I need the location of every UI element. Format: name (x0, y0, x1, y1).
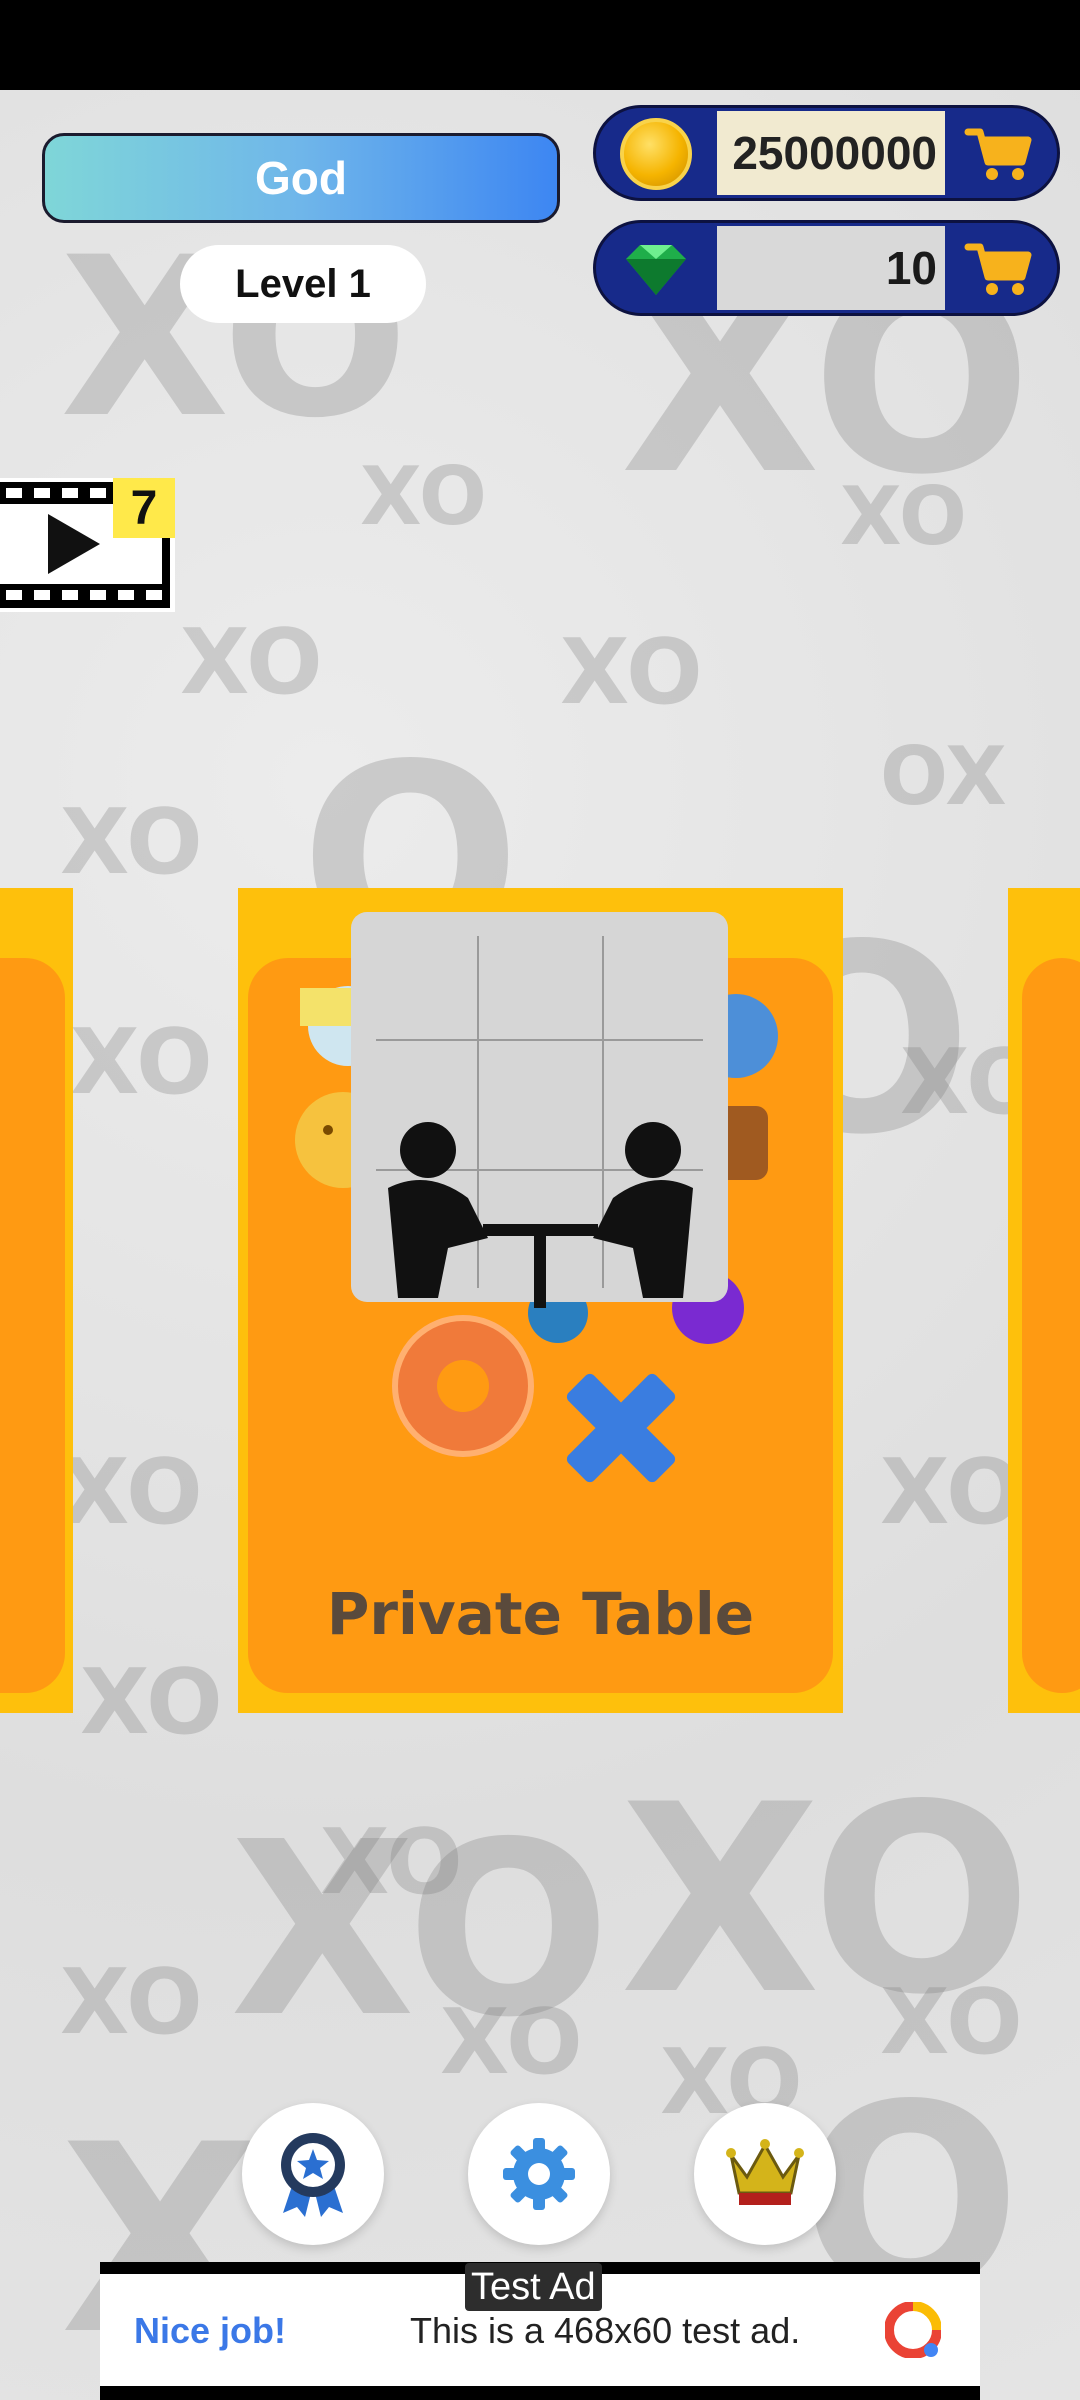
player-name: God (255, 152, 347, 204)
award-ribbon-icon (281, 2133, 345, 2217)
game-mode-card-next[interactable] (1008, 888, 1080, 1713)
gear-icon (503, 2138, 575, 2210)
level-badge: Level 1 (180, 245, 426, 323)
player-name-badge[interactable]: God (42, 133, 560, 223)
watch-video-reward-button[interactable]: 7 (0, 478, 175, 612)
gem-icon (604, 229, 708, 309)
level-label: Level 1 (235, 261, 371, 306)
gem-balance-bar: 10 (593, 220, 1060, 316)
video-reward-count: 7 (130, 481, 158, 535)
settings-button[interactable] (468, 2103, 610, 2245)
cart-icon (964, 243, 1032, 295)
coin-balance-bar: 25000000 (593, 105, 1060, 201)
status-bar (0, 0, 1080, 90)
card-title: Private Table (326, 1580, 755, 1648)
ad-logo-icon (884, 2301, 942, 2359)
cart-icon (964, 128, 1032, 180)
ad-tag: Test Ad (465, 2263, 602, 2311)
achievements-button[interactable] (242, 2103, 384, 2245)
gem-shop-button[interactable] (951, 231, 1047, 307)
game-mode-card-prev[interactable] (0, 888, 73, 1713)
coin-shop-button[interactable] (951, 116, 1047, 192)
coin-icon (604, 114, 708, 194)
ad-body-text: This is a 468x60 test ad. (410, 2310, 801, 2351)
crown-icon (726, 2139, 804, 2205)
ad-headline[interactable]: Nice job! (134, 2310, 286, 2352)
coin-value: 25000000 (717, 111, 945, 195)
gem-value: 10 (717, 226, 945, 310)
leaderboard-button[interactable] (694, 2103, 836, 2245)
